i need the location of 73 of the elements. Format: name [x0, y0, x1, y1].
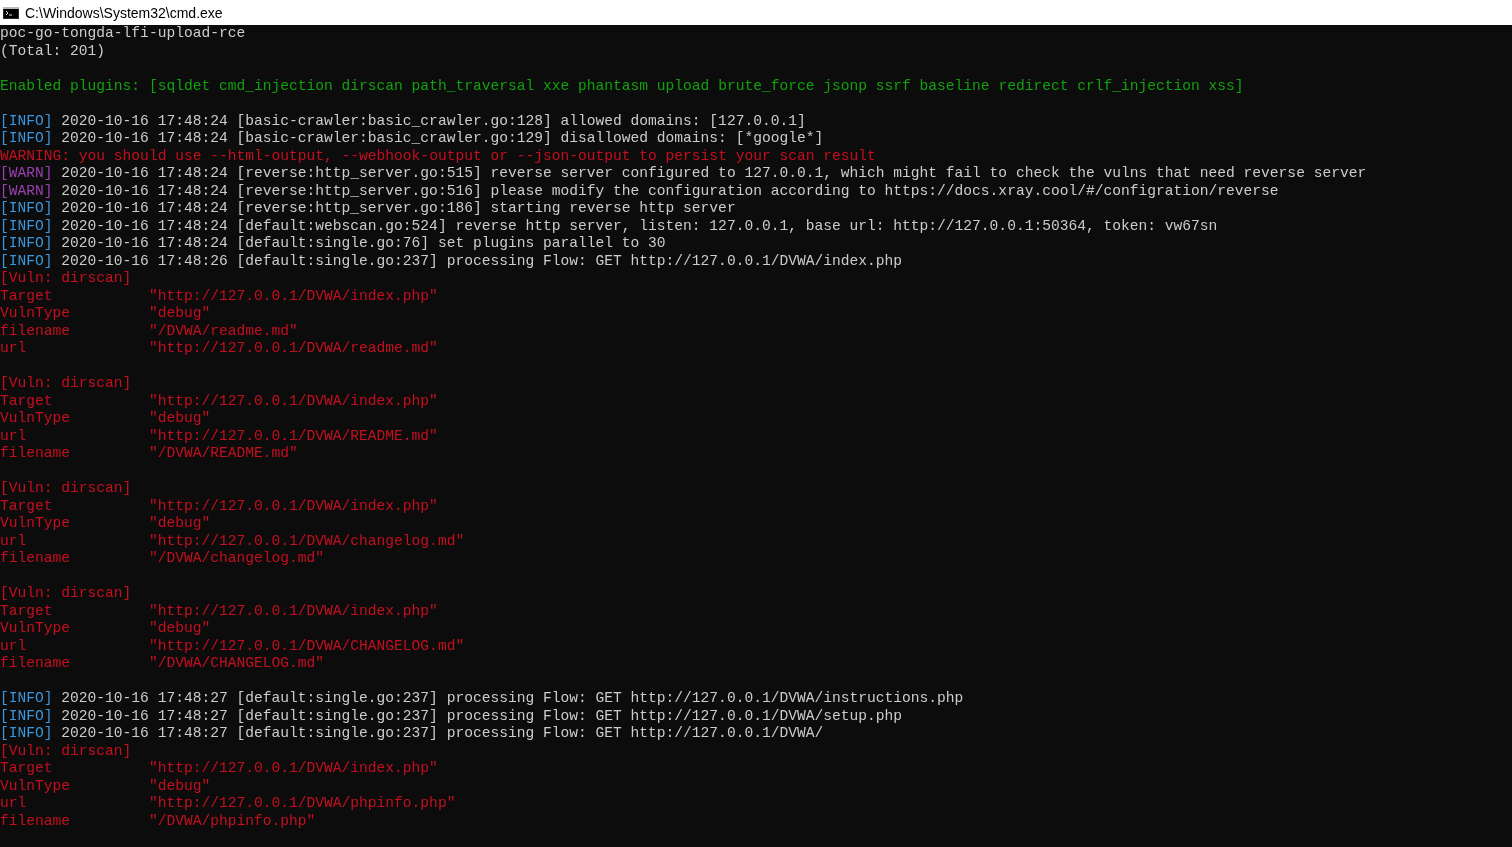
field-value: "debug"	[148, 515, 211, 533]
field-key: filename	[0, 445, 149, 463]
console-text: poc-go-tongda-lfi-upload-rce	[0, 25, 246, 43]
field-key: filename	[0, 550, 149, 568]
log-level-tag: [INFO]	[0, 200, 53, 218]
field-key: url	[0, 795, 149, 813]
field-value: "http://127.0.0.1/DVWA/CHANGELOG.md"	[148, 637, 465, 655]
field-key: VulnType	[0, 305, 149, 323]
field-key: filename	[0, 812, 149, 830]
vuln-header: [Vuln: dirscan]	[0, 480, 132, 498]
field-key: VulnType	[0, 410, 149, 428]
warning-text: WARNING: you should use --html-output, --webhook-output or --json-output to persist your scan result	[0, 147, 876, 165]
console-text: (Total: 201)	[0, 42, 106, 60]
field-value: "debug"	[148, 305, 211, 323]
log-level-tag: [INFO]	[0, 252, 53, 270]
log-message: 2020-10-16 17:48:24 [default:webscan.go:524] reverse http server, listen: 127.0.0.1, base url: http://127.0.0.1:50364, token: vw67sn	[61, 217, 1218, 235]
log-message: 2020-10-16 17:48:24 [basic-crawler:basic_crawler.go:128] allowed domains: [127.0.0.1]	[61, 112, 806, 130]
field-value: "http://127.0.0.1/DVWA/changelog.md"	[148, 532, 465, 550]
log-level-tag: [INFO]	[0, 725, 53, 743]
field-key: url	[0, 340, 149, 358]
log-message: 2020-10-16 17:48:27 [default:single.go:237] processing Flow: GET http://127.0.0.1/DVWA/setup.php	[61, 707, 903, 725]
field-key: Target	[0, 287, 149, 305]
field-key: filename	[0, 322, 149, 340]
field-value: "http://127.0.0.1/DVWA/index.php"	[148, 392, 438, 410]
field-key: Target	[0, 392, 149, 410]
plugins-text: Enabled plugins: [sqldet cmd_injection dirscan path_traversal xxe phantasm upload brute_force jsonp ssrf baseline redirect crlf_injection xss]	[0, 77, 1244, 95]
field-value: "/DVWA/readme.md"	[148, 322, 298, 340]
field-value: "/DVWA/CHANGELOG.md"	[148, 655, 325, 673]
field-value: "/DVWA/README.md"	[148, 445, 298, 463]
terminal-icon	[3, 6, 19, 19]
log-level-tag: [WARN]	[0, 165, 53, 183]
field-value: "http://127.0.0.1/DVWA/README.md"	[148, 427, 438, 445]
field-key: VulnType	[0, 777, 149, 795]
log-level-tag: [INFO]	[0, 217, 53, 235]
log-level-tag: [INFO]	[0, 130, 53, 148]
log-message: 2020-10-16 17:48:24 [basic-crawler:basic_crawler.go:129] disallowed domains: [*google*]	[61, 130, 824, 148]
field-value: "http://127.0.0.1/DVWA/index.php"	[148, 602, 438, 620]
log-message: 2020-10-16 17:48:24 [default:single.go:76] set plugins parallel to 30	[61, 235, 666, 253]
log-message: 2020-10-16 17:48:27 [default:single.go:237] processing Flow: GET http://127.0.0.1/DVWA/instructions.php	[61, 690, 964, 708]
log-level-tag: [INFO]	[0, 112, 53, 130]
log-message: 2020-10-16 17:48:24 [reverse:http_server.go:516] please modify the configuration according to https://docs.xray.cool/#/configration/reverse	[61, 182, 1279, 200]
field-key: url	[0, 427, 149, 445]
field-value: "/DVWA/changelog.md"	[148, 550, 325, 568]
field-value: "/DVWA/phpinfo.php"	[148, 812, 316, 830]
vuln-header: [Vuln: dirscan]	[0, 375, 132, 393]
field-key: Target	[0, 602, 149, 620]
field-key: url	[0, 532, 149, 550]
field-value: "http://127.0.0.1/DVWA/index.php"	[148, 760, 438, 778]
field-value: "http://127.0.0.1/DVWA/phpinfo.php"	[148, 795, 456, 813]
log-level-tag: [WARN]	[0, 182, 53, 200]
field-key: VulnType	[0, 620, 149, 638]
field-value: "debug"	[148, 410, 211, 428]
vuln-header: [Vuln: dirscan]	[0, 742, 132, 760]
field-key: filename	[0, 655, 149, 673]
field-value: "http://127.0.0.1/DVWA/readme.md"	[148, 340, 438, 358]
field-key: Target	[0, 760, 149, 778]
field-key: url	[0, 637, 149, 655]
vuln-header: [Vuln: dirscan]	[0, 270, 132, 288]
log-message: 2020-10-16 17:48:24 [reverse:http_server.go:186] starting reverse http server	[61, 200, 736, 218]
window-title: C:\Windows\System32\cmd.exe	[25, 4, 223, 21]
log-message: 2020-10-16 17:48:26 [default:single.go:237] processing Flow: GET http://127.0.0.1/DVWA/index.php	[61, 252, 903, 270]
vuln-header: [Vuln: dirscan]	[0, 585, 132, 603]
log-message: 2020-10-16 17:48:24 [reverse:http_server.go:515] reverse server configured to 127.0.0.1, which might fail to check the vulns that need reverse server	[61, 165, 1367, 183]
field-value: "debug"	[148, 620, 211, 638]
log-level-tag: [INFO]	[0, 235, 53, 253]
log-level-tag: [INFO]	[0, 707, 53, 725]
field-value: "debug"	[148, 777, 211, 795]
field-value: "http://127.0.0.1/DVWA/index.php"	[148, 497, 438, 515]
field-key: VulnType	[0, 515, 149, 533]
log-message: 2020-10-16 17:48:27 [default:single.go:237] processing Flow: GET http://127.0.0.1/DVWA/	[61, 725, 824, 743]
field-key: Target	[0, 497, 149, 515]
field-value: "http://127.0.0.1/DVWA/index.php"	[148, 287, 438, 305]
log-level-tag: [INFO]	[0, 690, 53, 708]
